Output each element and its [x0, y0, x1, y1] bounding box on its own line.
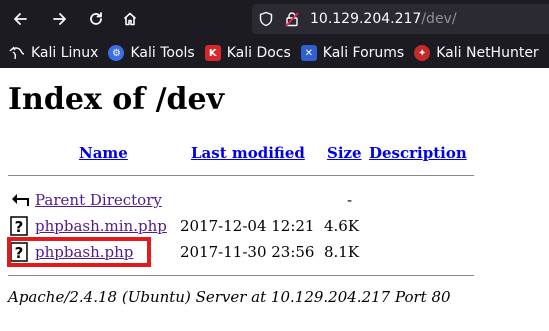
unknown-file-icon: ? [10, 216, 28, 236]
file-date: 2017-12-04 12:21 [180, 217, 315, 235]
file-size: 4.6K [324, 217, 360, 235]
url-host: 10.129.204.217 [310, 11, 422, 27]
page-title: Index of /dev [8, 82, 225, 117]
back-button[interactable] [7, 6, 33, 32]
bookmark-label: Kali Tools [130, 45, 195, 61]
bookmark-label: Kali Docs [226, 45, 291, 61]
forward-button[interactable] [47, 6, 73, 32]
table-row: ? phpbash.min.php 2017-12-04 12:21 4.6K [10, 215, 480, 237]
table-row: Parent Directory - [10, 189, 480, 211]
browser-toolbar: 10.129.204.217/dev/ [0, 0, 549, 38]
bookmark-kali-tools[interactable]: ⚙ Kali Tools [108, 45, 195, 61]
back-arrow-icon [14, 13, 27, 25]
file-size: 8.1K [324, 243, 360, 261]
reload-button[interactable] [83, 6, 109, 32]
server-signature: Apache/2.4.18 (Ubuntu) Server at 10.129.… [8, 288, 451, 306]
column-header-size[interactable]: Size [327, 144, 362, 162]
home-button[interactable] [117, 6, 143, 32]
address-bar[interactable]: 10.129.204.217/dev/ [252, 4, 549, 34]
bookmark-kali-forums[interactable]: ✕ Kali Forums [300, 45, 405, 61]
file-link[interactable]: phpbash.min.php [35, 217, 167, 235]
parent-directory-link[interactable]: Parent Directory [35, 191, 162, 209]
column-header-last-modified[interactable]: Last modified [191, 144, 305, 162]
column-header-name[interactable]: Name [79, 144, 128, 162]
file-size: - [347, 191, 353, 209]
url-path: /dev/ [421, 11, 457, 27]
bookmark-label: Kali Forums [322, 45, 405, 61]
kali-linux-icon [9, 45, 25, 61]
svg-text:?: ? [15, 218, 24, 236]
kali-tools-icon: ⚙ [108, 45, 125, 61]
kali-forums-icon: ✕ [300, 45, 317, 61]
footer-divider [8, 275, 474, 276]
shield-icon[interactable] [258, 11, 274, 27]
home-icon [123, 12, 137, 26]
bookmark-kali-nethunter[interactable]: ✦ Kali NetHunter [414, 45, 539, 61]
bookmark-label: Kali NetHunter [436, 45, 539, 61]
back-arrow-icon [12, 194, 29, 206]
sort-by-name-link[interactable]: Name [79, 144, 128, 162]
url-text[interactable]: 10.129.204.217/dev/ [310, 11, 457, 27]
column-header-description[interactable]: Description [369, 144, 467, 162]
sort-by-description-link[interactable]: Description [369, 144, 467, 162]
bookmarks-bar: Kali Linux ⚙ Kali Tools K Kali Docs ✕ Kali … [0, 38, 549, 68]
file-date: 2017-11-30 23:56 [180, 243, 315, 261]
bookmark-label: Kali Linux [31, 45, 99, 61]
sort-by-date-link[interactable]: Last modified [191, 144, 305, 162]
kali-nethunter-icon: ✦ [414, 45, 431, 61]
bookmark-kali-linux[interactable]: Kali Linux [9, 45, 98, 61]
header-divider [8, 175, 474, 176]
forward-arrow-icon [53, 13, 66, 25]
red-highlight-box [7, 237, 151, 267]
sort-by-size-link[interactable]: Size [327, 144, 362, 162]
bookmark-kali-docs[interactable]: K Kali Docs [204, 45, 291, 61]
insecure-lock-icon[interactable] [284, 11, 300, 27]
page-content: Index of /dev Name Last modified Size De… [0, 68, 549, 331]
kali-docs-icon: K [204, 45, 221, 61]
reload-icon [90, 12, 102, 25]
